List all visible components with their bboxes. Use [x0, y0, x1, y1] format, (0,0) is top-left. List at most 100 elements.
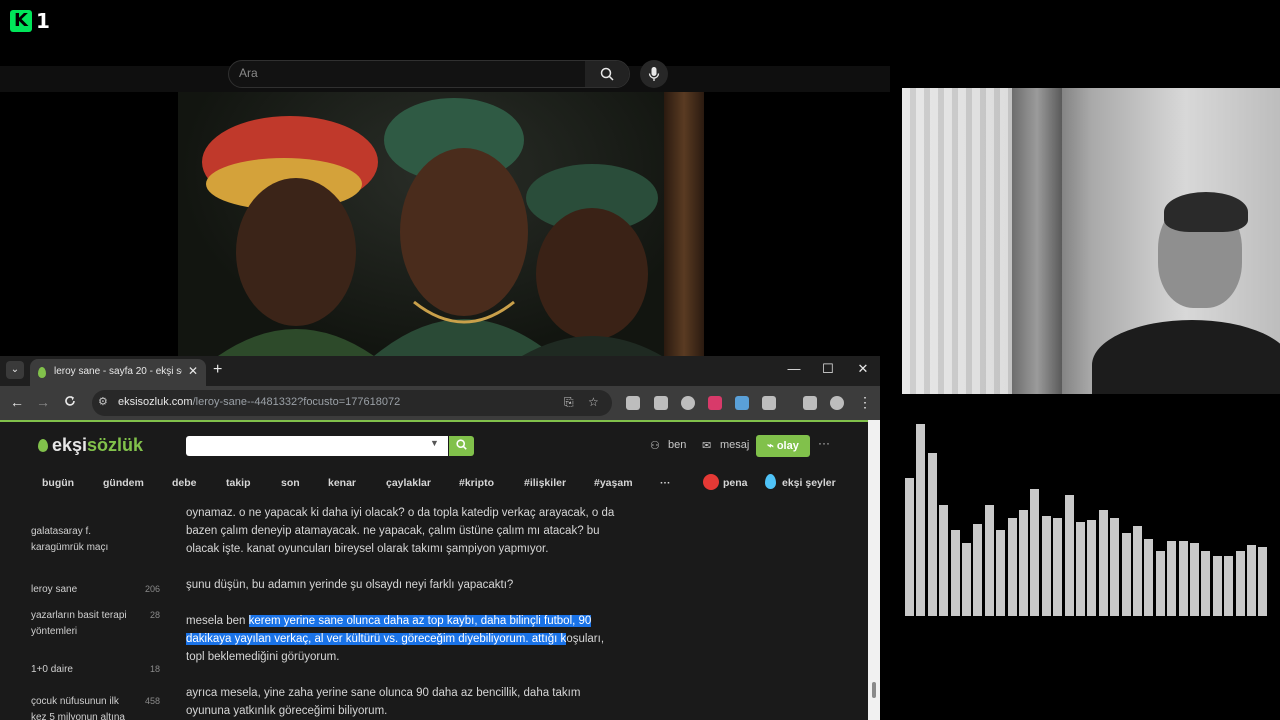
audio-level-bar	[1213, 556, 1222, 616]
audio-level-bar	[1167, 541, 1176, 616]
reload-button[interactable]	[61, 394, 79, 410]
forward-button[interactable]: →	[34, 394, 52, 410]
close-tab-icon[interactable]: ✕	[188, 364, 198, 378]
channel-logo-number: 1	[36, 9, 50, 33]
audio-level-bar	[1030, 489, 1039, 616]
curtain	[902, 88, 1012, 394]
video-frame-painting	[178, 92, 704, 356]
camera-extension-icon[interactable]	[626, 396, 640, 410]
eksi-favicon	[38, 367, 46, 378]
audio-level-bar	[939, 505, 948, 616]
nav-kripto[interactable]: #kripto	[459, 477, 494, 489]
entry-paragraph: oynamaz. o ne yapacak ki daha iyi olacak…	[186, 507, 615, 555]
back-button[interactable]: ←	[8, 394, 26, 410]
audio-level-bar	[1019, 510, 1028, 616]
nav-debe[interactable]: debe	[172, 477, 197, 489]
pulse-icon: ⌁	[767, 440, 777, 452]
minimize-button[interactable]: —	[784, 361, 804, 376]
audio-level-bar	[1042, 516, 1051, 616]
audio-level-bar	[1122, 533, 1131, 616]
person-hair	[1164, 192, 1248, 232]
more-menu-button[interactable]: ···	[818, 436, 830, 450]
audio-level-bar	[1053, 518, 1062, 616]
nav-takip[interactable]: takip	[226, 477, 251, 489]
audio-level-bar	[1065, 495, 1074, 616]
mesaj-link[interactable]: mesaj	[720, 439, 749, 451]
audio-level-bar	[973, 524, 982, 616]
browser-tab[interactable]: leroy sane - sayfa 20 - ekşi sözlük ✕	[30, 359, 206, 386]
eksisozluk-page: ekşisözlük ▼ ⚇ ben ✉ mesaj ⌁ olay ··· bu…	[0, 420, 868, 720]
audio-visualizer	[902, 416, 1272, 616]
close-window-button[interactable]: ✕	[853, 361, 873, 377]
nav-yasam[interactable]: #yaşam	[594, 477, 633, 489]
audio-level-bar	[1201, 551, 1210, 616]
audio-level-bar	[996, 530, 1005, 616]
audio-level-bar	[1087, 520, 1096, 616]
sidebar-list: galatasaray f. karagümrük maçı leroy san…	[0, 504, 172, 720]
sidebar-item-galatasaray[interactable]: galatasaray f. karagümrük maçı	[31, 524, 131, 556]
audio-level-bar	[962, 543, 971, 616]
install-app-icon[interactable]: ⎘	[564, 395, 574, 410]
plus-extension-icon[interactable]	[708, 396, 722, 410]
audio-level-bar	[916, 424, 925, 616]
youtube-voice-search-button[interactable]	[640, 60, 668, 88]
nav-son[interactable]: son	[281, 477, 300, 489]
nav-bugun[interactable]: bugün	[42, 477, 74, 489]
user-icon: ⚇	[650, 440, 660, 452]
nav-gundem[interactable]: gündem	[103, 477, 144, 489]
site-logo[interactable]: ekşisözlük	[52, 435, 143, 456]
painting-frame	[664, 92, 704, 356]
sidebar-item-terapi[interactable]: yazarların basit terapi yöntemleri	[31, 608, 131, 640]
copy-extension-icon[interactable]	[654, 396, 668, 410]
site-search-input[interactable]	[186, 436, 448, 456]
star-icon[interactable]: ☆	[588, 395, 599, 409]
search-dropdown-icon[interactable]: ▼	[430, 438, 439, 448]
topic-sidebar: galatasaray f. karagümrük maçı leroy san…	[0, 504, 172, 720]
painting-figures	[202, 98, 662, 356]
channel-logo: K	[10, 10, 32, 32]
maximize-button[interactable]: ☐	[818, 361, 838, 377]
screen: K 1 Ara ⌄ leroy sane - sayfa 20 - ekşi s…	[0, 0, 1280, 720]
nav-pena[interactable]: pena	[723, 477, 748, 489]
audio-level-bar	[1179, 541, 1188, 616]
pena-icon	[703, 474, 719, 490]
address-bar[interactable]: ⚙ eksisozluk.com/leroy-sane--4481332?foc…	[92, 390, 612, 416]
nav-iliskiler[interactable]: #ilişkiler	[524, 477, 566, 489]
audio-level-bar	[1258, 547, 1267, 616]
youtube-search-input[interactable]: Ara	[228, 60, 630, 88]
tab-strip: ⌄ leroy sane - sayfa 20 - ekşi sözlük ✕ …	[0, 356, 880, 386]
sidebar-item-leroy-sane[interactable]: leroy sane	[31, 582, 131, 598]
sidebar-item-cocuk-nufusu[interactable]: çocuk nüfusunun ilk kez 5 milyonun altın…	[31, 694, 131, 720]
mic-icon	[648, 67, 660, 81]
scrollbar-thumb[interactable]	[872, 682, 876, 698]
audio-level-bar	[1008, 518, 1017, 616]
nav-kenar[interactable]: kenar	[328, 477, 356, 489]
entry-paragraph: mesela ben kerem yerine sane olunca daha…	[186, 615, 605, 663]
ben-link[interactable]: ben	[668, 439, 686, 451]
puzzle-icon[interactable]	[762, 396, 776, 410]
entry-paragraph: şunu düşün, bu adamın yerinde şu olsaydı…	[186, 579, 514, 591]
page-scrollbar[interactable]	[868, 420, 880, 720]
record-extension-icon[interactable]	[681, 396, 695, 410]
olay-button[interactable]: ⌁ olay	[756, 435, 810, 457]
reload-icon	[65, 396, 75, 406]
media-control-icon[interactable]	[803, 396, 817, 410]
tab-title: leroy sane - sayfa 20 - ekşi sözlük	[54, 366, 182, 377]
site-info-icon[interactable]: ⚙	[98, 395, 108, 408]
new-tab-button[interactable]: +	[213, 361, 222, 379]
profile-avatar[interactable]	[830, 396, 844, 410]
audio-level-bar	[1224, 556, 1233, 616]
audio-level-bar	[1190, 543, 1199, 616]
nav-caylaklar[interactable]: çaylaklar	[386, 477, 431, 489]
browser-menu-button[interactable]: ⋮	[856, 394, 874, 411]
image-extension-icon[interactable]	[735, 396, 749, 410]
site-search-button[interactable]	[449, 436, 474, 456]
nav-more[interactable]: ···	[660, 477, 671, 489]
sidebar-item-daire[interactable]: 1+0 daire	[31, 662, 131, 678]
youtube-search-button[interactable]	[585, 61, 629, 87]
nav-eksi-seyler[interactable]: ekşi şeyler	[782, 477, 836, 489]
address-url: eksisozluk.com/leroy-sane--4481332?focus…	[118, 396, 401, 408]
tab-search-button[interactable]: ⌄	[6, 361, 24, 379]
youtube-search-placeholder: Ara	[239, 66, 258, 80]
audio-level-bar	[1236, 551, 1245, 616]
